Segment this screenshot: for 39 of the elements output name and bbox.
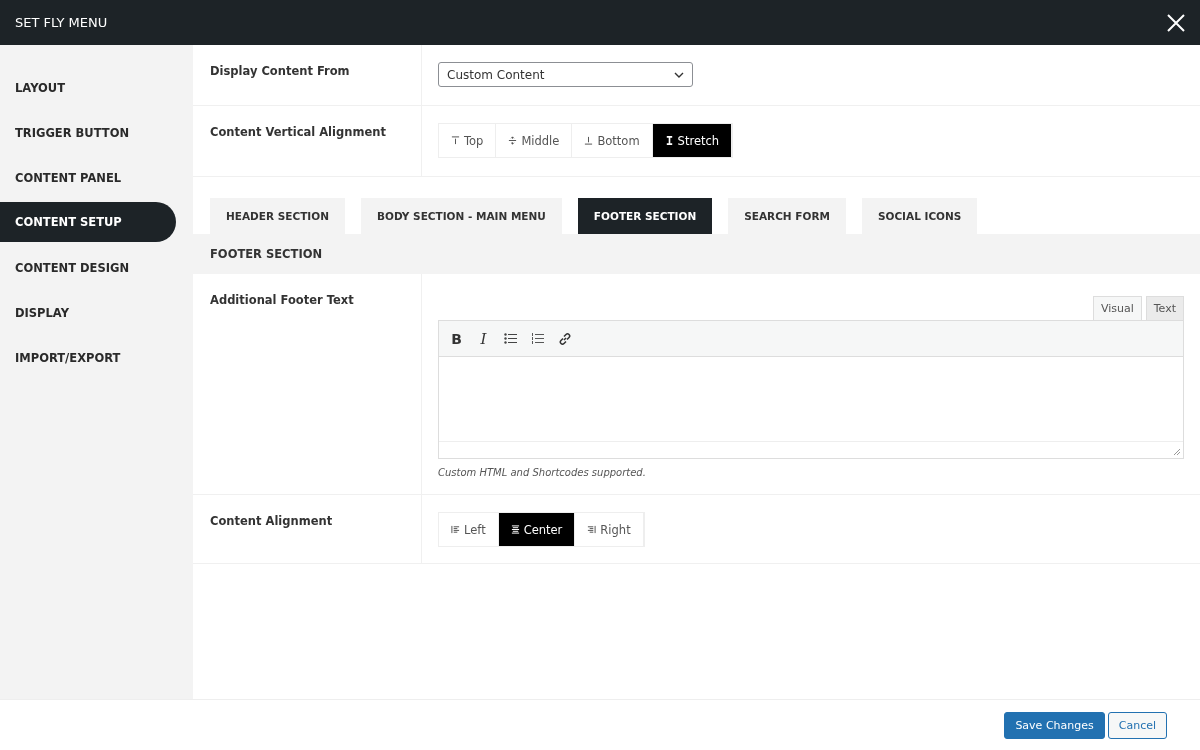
sidebar-item[interactable]: CONTENT DESIGN — [0, 245, 176, 290]
text-align-icon — [587, 525, 597, 534]
vertical-align-icon — [664, 136, 674, 145]
section-tab[interactable]: SOCIAL ICONS — [861, 198, 978, 234]
field-label: Display Content From — [193, 45, 422, 105]
cancel-button[interactable]: Cancel — [1107, 711, 1167, 739]
alignment-option[interactable]: Center — [498, 513, 576, 546]
section-tab[interactable]: FOOTER SECTION — [577, 198, 713, 234]
section-title: FOOTER SECTION — [210, 247, 323, 261]
field-label: Additional Footer Text — [193, 274, 422, 494]
sidebar-item[interactable]: IMPORT/EXPORT — [0, 335, 176, 380]
help-text: Custom HTML and Shortcodes supported. — [438, 467, 647, 478]
bold-button[interactable]: B — [445, 325, 468, 352]
vertical-align-icon — [508, 136, 518, 145]
vertical-align-icon — [584, 136, 594, 145]
sidebar-item[interactable]: LAYOUT — [0, 65, 176, 110]
alignment-option[interactable]: Stretch — [652, 124, 733, 157]
field-label: Content Vertical Alignment — [193, 106, 422, 176]
sidebar-item[interactable]: CONTENT PANEL — [0, 155, 176, 200]
close-icon[interactable] — [1167, 13, 1185, 32]
section-tab[interactable]: BODY SECTION - MAIN MENU — [360, 198, 562, 234]
content-source-dropdown[interactable]: Custom Content — [438, 62, 693, 87]
editor-tab[interactable]: Visual — [1092, 296, 1142, 320]
editor-tab[interactable]: Text — [1145, 296, 1184, 320]
text-editor[interactable]: B I — [438, 320, 1184, 459]
text-align-icon — [451, 525, 460, 534]
sidebar-item[interactable]: DISPLAY — [0, 290, 176, 335]
sidebar-item[interactable]: CONTENT SETUP — [0, 202, 176, 242]
field-label: Content Alignment — [193, 495, 422, 563]
chevron-down-icon — [674, 71, 684, 78]
sidebar-item[interactable]: TRIGGER BUTTON — [0, 110, 176, 155]
save-button[interactable]: Save Changes — [1004, 711, 1105, 739]
italic-button[interactable]: I — [472, 325, 495, 352]
text-align-icon — [510, 525, 520, 534]
window-title: SET FLY MENU — [15, 15, 108, 30]
vertical-align-icon — [451, 136, 460, 145]
section-tab[interactable]: HEADER SECTION — [210, 198, 345, 234]
resize-handle-icon[interactable] — [1173, 448, 1181, 456]
section-tab[interactable]: SEARCH FORM — [728, 198, 846, 234]
